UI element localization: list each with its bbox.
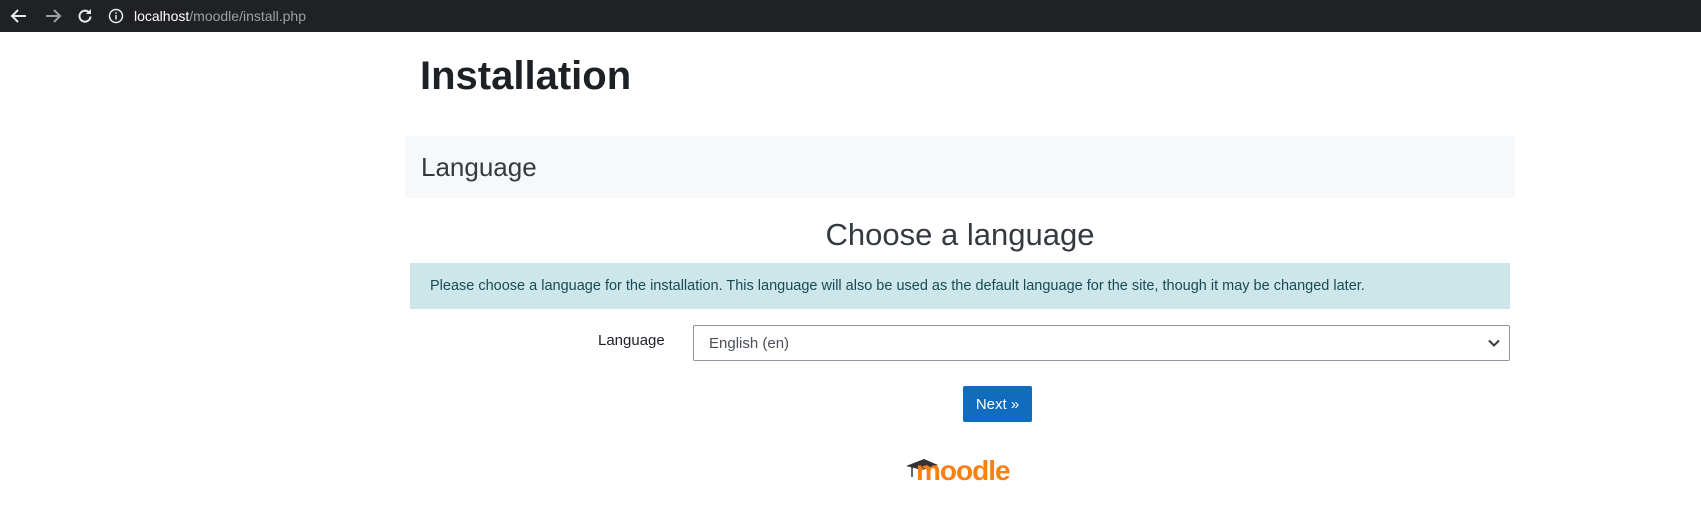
reload-icon[interactable] — [74, 5, 96, 27]
language-select-value: English (en) — [709, 334, 790, 352]
next-button[interactable]: Next » — [963, 386, 1032, 422]
section-header: Language — [405, 136, 1515, 198]
back-arrow-icon[interactable] — [8, 5, 30, 27]
language-label: Language — [598, 332, 665, 349]
info-icon[interactable] — [108, 8, 124, 24]
choose-language-heading: Choose a language — [825, 217, 1095, 252]
svg-text:moodle: moodle — [916, 455, 1010, 486]
page-title: Installation — [420, 54, 632, 98]
address-bar[interactable]: localhost/moodle/install.php — [108, 3, 306, 29]
section-title: Language — [421, 152, 537, 182]
language-select[interactable]: English (en) — [693, 325, 1510, 361]
page-content: Installation Language Choose a language … — [0, 32, 1701, 526]
forward-arrow-icon[interactable] — [42, 5, 64, 27]
browser-toolbar: localhost/moodle/install.php — [0, 0, 1701, 32]
url-path: /moodle/install.php — [189, 8, 307, 24]
moodle-logo: moodle — [904, 452, 1014, 486]
info-alert: Please choose a language for the install… — [410, 263, 1510, 309]
chevron-down-icon — [1487, 336, 1501, 350]
url-host: localhost — [134, 8, 190, 24]
